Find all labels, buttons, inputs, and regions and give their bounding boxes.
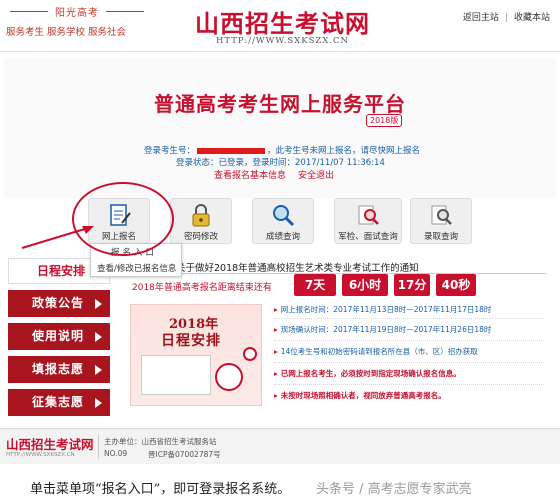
menu-label: 录取查询 [423, 232, 458, 242]
registration-dropdown: 报名入口 查看/修改已报名信息 [90, 243, 182, 277]
site-footer: 山西招生考试网 HTTP://WWW.SXKSZX.CN 主办单位：山西省招生考… [0, 428, 560, 464]
logout-link[interactable]: 安全退出 [298, 171, 334, 181]
footer-host: 主办单位：山西省招生考试服务站 [104, 437, 217, 446]
menu-password-change[interactable]: 密码修改 [170, 198, 232, 244]
notice-link[interactable]: 关于做好2018年普通高校招生艺术类专业考试工作的通知 [176, 260, 419, 274]
clock-icon [215, 363, 243, 391]
menu-score-query[interactable]: 成绩查询 [252, 198, 314, 244]
sidebar-supplementary-preferences[interactable]: 征集志愿 [8, 389, 110, 416]
main-content: 关于做好2018年普通高校招生艺术类专业考试工作的通知 2018年普通高考报名距… [120, 258, 554, 408]
sidebar-instructions[interactable]: 使用说明 [8, 323, 110, 350]
menu-label: 密码修改 [183, 232, 218, 242]
schedule-banner-image[interactable]: 2018年 日程安排 [130, 304, 262, 406]
row-divider [274, 318, 544, 319]
view-edit-registration-item[interactable]: 查看/修改已报名信息 [91, 260, 181, 276]
platform-title: 普通高考考生网上服务平台 [154, 92, 406, 116]
motto-bottom: 服务考生 服务学校 服务社会 [6, 27, 127, 38]
sidebar-fill-preferences[interactable]: 填报志愿 [8, 356, 110, 383]
account-links: 查看报名基本信息 安全退出 [214, 168, 334, 181]
platform-banner: 普通高考考生网上服务平台 2018版 登录考生号： ，此考生号未网上报名，请尽快网… [4, 58, 556, 198]
schedule-item: 14位考生号和初始密码请到报名所在县（市、区）招办获取 [274, 346, 478, 357]
edit-form-icon [110, 204, 131, 226]
schedule-title: 日程安排 [161, 333, 221, 349]
site-title: 山西招生考试网 [195, 9, 370, 38]
login-info: 登录考生号： ，此考生号未网上报名，请尽快网上报名 [144, 144, 420, 156]
registration-entry-item[interactable]: 报名入口 [91, 244, 181, 260]
footer-logo: 山西招生考试网 [6, 437, 94, 452]
sidebar-policy[interactable]: 政策公告 [8, 290, 110, 317]
article-caption: 单击菜单项“报名入口”，即可登录报名系统。 头条号 / 高考志愿专家武亮 [0, 468, 560, 500]
clock-icon [243, 347, 257, 361]
schedule-item: 网上报名时间：2017年11月13日8时—2017年11月17日18时 [274, 304, 492, 315]
callout-arrow-icon [21, 226, 94, 249]
menu-admission-query[interactable]: 录取查询 [410, 198, 472, 244]
magnifier-icon [273, 205, 295, 227]
return-home-link[interactable]: 返回主站 [463, 13, 499, 23]
redacted-candidate-number [197, 147, 266, 154]
magnifier-doc-icon [431, 205, 452, 225]
site-header: 阳光高考 服务考生 服务学校 服务社会 山西招生考试网 HTTP://WWW.S… [0, 0, 560, 52]
motto-rule-left [10, 11, 48, 12]
menu-military-interview-query[interactable]: 军检、面试查询 [334, 198, 402, 244]
login-status: 登录状态：已登录，登录时间：2017/11/07 11:36:14 [176, 158, 385, 168]
countdown-hours: 6小时 [342, 274, 388, 296]
bookmark-link[interactable]: 收藏本站 [514, 13, 550, 23]
login-warning: ，此考生号未网上报名，请尽快网上报名 [267, 146, 421, 156]
row-divider [274, 340, 544, 341]
version-badge: 2018版 [366, 114, 403, 127]
motto-logo: 阳光高考 服务考生 服务学校 服务社会 [6, 4, 148, 38]
footer-icp: 晋ICP备07002787号 [148, 450, 221, 459]
lock-icon [192, 204, 210, 227]
countdown-days: 7天 [294, 274, 336, 296]
schedule-item: 现场确认时间：2017年11月19日8时—2017年11月26日18时 [274, 324, 492, 335]
row-divider [274, 384, 544, 385]
caption-text: 单击菜单项“报名入口”，即可登录报名系统。 [30, 482, 291, 497]
footer-number: NO.09 [104, 449, 128, 458]
menu-label: 成绩查询 [265, 232, 300, 242]
countdown-minutes: 17分 [394, 274, 430, 296]
main-menu: 网上报名 密码修改 成绩查询 军检、面试查询 录取查询 [70, 198, 550, 246]
footer-divider [98, 435, 99, 459]
schedule-warning: 已网上报名考生，必须按时到指定现场确认报名信息。 [274, 368, 461, 379]
view-info-link[interactable]: 查看报名基本信息 [214, 171, 286, 181]
schedule-thumbnail [141, 355, 211, 395]
site-url: HTTP://WWW.SXKSZX.CN [216, 36, 349, 46]
countdown-label: 2018年普通高考报名距离结束还有 [132, 283, 272, 293]
row-divider [274, 362, 544, 363]
link-separator: | [504, 13, 508, 23]
menu-label: 网上报名 [101, 232, 136, 242]
login-prefix: 登录考生号： [144, 146, 196, 156]
footer-url: HTTP://WWW.SXKSZX.CN [6, 452, 75, 458]
menu-label: 军检、面试查询 [338, 232, 398, 242]
motto-rule-right [106, 11, 144, 12]
magnifier-doc-icon [358, 205, 379, 225]
countdown-seconds: 40秒 [436, 274, 476, 296]
watermark: 头条号 / 高考志愿专家武亮 [316, 482, 472, 497]
schedule-warning: 未按时现场照相确认者，视同放弃普通高考报名。 [274, 390, 446, 401]
sidebar: 日程安排 政策公告 使用说明 填报志愿 征集志愿 [8, 258, 110, 416]
top-links: 返回主站 | 收藏本站 [463, 10, 550, 23]
